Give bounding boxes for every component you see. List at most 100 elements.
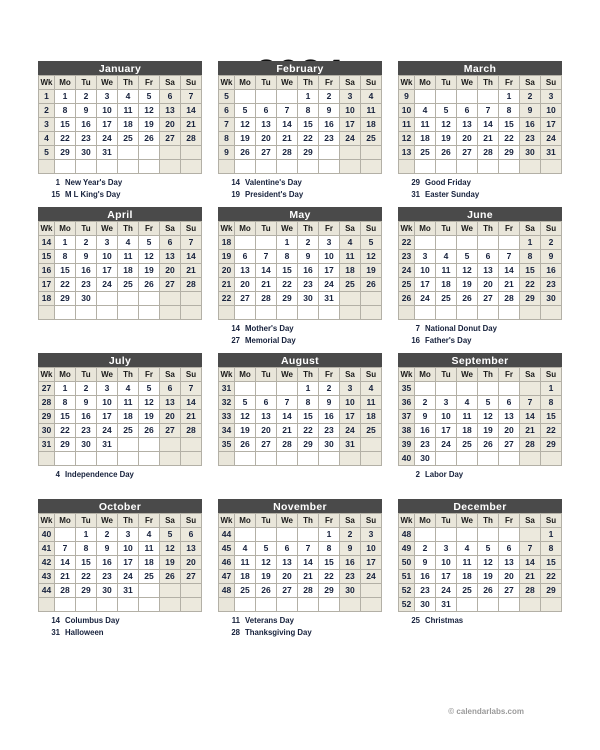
empty-day-cell	[234, 159, 256, 174]
empty-day-cell	[414, 89, 436, 104]
holiday-day: 19	[231, 190, 240, 199]
week-row	[218, 159, 382, 174]
week-number-cell: 44	[38, 583, 55, 598]
day-cell: 22	[75, 569, 97, 584]
week-number-cell	[398, 305, 415, 320]
holiday-item: 14 Valentine's Day	[222, 177, 382, 189]
month-title: January	[38, 61, 202, 75]
empty-day-cell	[339, 145, 361, 160]
empty-day-cell	[435, 381, 457, 396]
empty-day-cell	[477, 597, 499, 612]
day-cell: 30	[318, 437, 340, 452]
week-number-cell: 5	[38, 145, 55, 160]
day-cell: 12	[477, 409, 499, 424]
empty-day-cell	[435, 89, 457, 104]
weekday-header: Tu	[435, 513, 457, 528]
weekday-header: Fr	[138, 367, 160, 382]
holiday-item: 31 Easter Sunday	[402, 189, 562, 201]
week-number-cell: 9	[398, 89, 415, 104]
month-block: February Wk Mo Tu We Th Fr Sa Su 5 1 2 3 4 6 5 6 7 8 9 10 11 7…	[210, 61, 390, 207]
week-number-cell: 44	[218, 527, 235, 542]
holiday-item: 27 Memorial Day	[222, 335, 382, 347]
day-cell: 7	[519, 395, 541, 410]
day-cell: 26	[138, 131, 160, 146]
day-cell: 22	[519, 277, 541, 292]
day-cell: 4	[456, 395, 478, 410]
day-cell: 21	[519, 423, 541, 438]
day-cell: 11	[117, 395, 139, 410]
day-cell: 25	[360, 423, 382, 438]
week-row: 12 18 19 20 21 22 23 24	[398, 131, 562, 146]
week-row: 20 13 14 15 16 17 18 19	[218, 263, 382, 278]
day-cell: 9	[414, 555, 436, 570]
day-cell: 6	[159, 89, 181, 104]
holiday-day: 25	[411, 616, 420, 625]
weekday-header: Th	[477, 367, 499, 382]
empty-day-cell	[435, 527, 457, 542]
day-cell: 22	[498, 131, 520, 146]
empty-day-cell	[519, 451, 541, 466]
empty-day-cell	[180, 159, 202, 174]
weekday-header: Tu	[75, 75, 97, 90]
month-table: Wk Mo Tu We Th Fr Sa Su 40 1 2 3 4 5 6 41 7 8 9 10 11 12 13 42 1…	[38, 513, 202, 612]
week-row	[398, 305, 562, 320]
day-cell: 20	[234, 277, 256, 292]
day-cell: 15	[54, 117, 76, 132]
empty-day-cell	[75, 159, 97, 174]
empty-day-cell	[138, 597, 160, 612]
week-number-cell: 48	[218, 583, 235, 598]
day-cell: 16	[540, 263, 562, 278]
day-cell: 5	[435, 103, 457, 118]
day-cell: 3	[339, 381, 361, 396]
day-cell: 2	[318, 89, 340, 104]
empty-day-cell	[54, 305, 76, 320]
week-number-cell: 31	[218, 381, 235, 396]
month-table: Wk Mo Tu We Th Fr Sa Su 48 1 49 2 3 4 5 6 7 8 50 9 10 11 12 13 1…	[398, 513, 562, 612]
empty-day-cell	[519, 597, 541, 612]
day-cell: 8	[519, 249, 541, 264]
holiday-list: 14 Valentine's Day 19 President's Day	[218, 177, 382, 201]
holiday-name: M L King's Day	[65, 190, 121, 199]
day-cell: 23	[297, 277, 319, 292]
holiday-day: 27	[231, 336, 240, 345]
weekday-header: Fr	[318, 221, 340, 236]
week-row: 49 2 3 4 5 6 7 8	[398, 541, 562, 556]
weekday-header: Tu	[75, 367, 97, 382]
empty-day-cell	[498, 527, 520, 542]
holiday-list: 1 New Year's Day 15 M L King's Day	[38, 177, 202, 201]
weekday-header: We	[96, 367, 118, 382]
day-cell: 2	[96, 527, 118, 542]
holiday-day: 14	[231, 178, 240, 187]
empty-day-cell	[138, 291, 160, 306]
day-cell: 25	[234, 583, 256, 598]
weekday-header: Th	[297, 367, 319, 382]
empty-day-cell	[456, 235, 478, 250]
week-number-cell: 22	[398, 235, 415, 250]
week-row: 42 14 15 16 17 18 19 20	[38, 555, 202, 570]
week-row: 39 23 24 25 26 27 28 29	[398, 437, 562, 452]
day-cell: 22	[54, 423, 76, 438]
day-cell: 18	[234, 569, 256, 584]
weekday-header-row: Wk Mo Tu We Th Fr Sa Su	[38, 75, 202, 90]
weekday-header: We	[96, 221, 118, 236]
day-cell: 21	[477, 131, 499, 146]
day-cell: 23	[96, 569, 118, 584]
week-row: 18 1 2 3 4 5	[218, 235, 382, 250]
week-row: 6 5 6 7 8 9 10 11	[218, 103, 382, 118]
day-cell: 12	[234, 117, 256, 132]
week-row: 16 15 16 17 18 19 20 21	[38, 263, 202, 278]
day-cell: 9	[75, 395, 97, 410]
empty-day-cell	[297, 527, 319, 542]
week-row	[218, 597, 382, 612]
day-cell: 13	[498, 409, 520, 424]
day-cell: 4	[234, 541, 256, 556]
week-row	[38, 451, 202, 466]
day-cell: 9	[75, 103, 97, 118]
empty-day-cell	[117, 159, 139, 174]
day-cell: 29	[540, 583, 562, 598]
weekday-header-row: Wk Mo Tu We Th Fr Sa Su	[38, 367, 202, 382]
empty-day-cell	[360, 451, 382, 466]
empty-day-cell	[297, 159, 319, 174]
empty-day-cell	[519, 381, 541, 396]
day-cell: 8	[54, 249, 76, 264]
